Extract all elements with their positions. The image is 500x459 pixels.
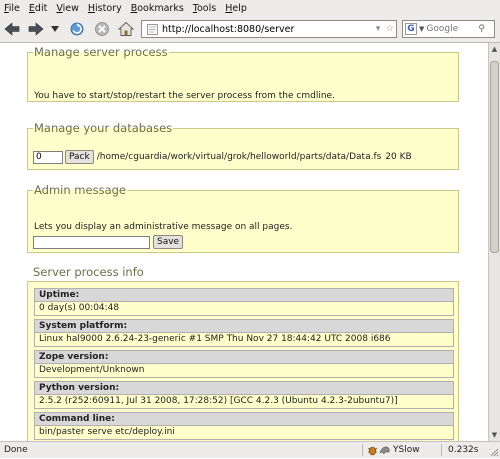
navigation-toolbar: http://localhost:8080/server ▾ ☆ G ▼ ⚲ [0,16,500,43]
info-item-command-line: Command line: bin/paster serve etc/deplo… [34,412,454,440]
server-info-list: Uptime: 0 day(s) 00:04:48 System platfor… [34,288,454,441]
section-text: Lets you display an administrative messa… [34,222,293,232]
history-dropdown-button[interactable] [50,20,60,38]
scroll-up-icon[interactable]: ▲ [489,43,500,55]
back-arrow-icon [4,22,20,36]
admin-message-row: Save [33,235,184,249]
resize-grip-icon[interactable] [490,448,499,457]
status-divider [362,444,363,456]
yslow-icon [379,446,390,455]
section-text: You have to start/stop/restart the serve… [34,91,335,101]
vertical-scrollbar[interactable]: ▲ ▼ [488,43,500,441]
manage-databases-section: Manage your databases Pack /home/cguardi… [27,121,459,170]
stop-button[interactable] [93,20,111,38]
bookmark-star-icon[interactable]: ☆ [384,24,396,34]
menu-bar: File Edit View History Bookmarks Tools H… [0,0,500,16]
menu-edit[interactable]: Edit [29,3,47,14]
info-value: 0 day(s) 00:04:48 [39,303,120,313]
info-item-uptime: Uptime: 0 day(s) 00:04:48 [34,288,454,316]
menu-file[interactable]: File [4,3,20,14]
section-title: Admin message [34,183,126,197]
page-favicon-icon [146,23,158,35]
info-item-zope-version: Zope version: Development/Unknown [34,350,454,378]
save-button[interactable]: Save [153,235,184,249]
database-row: Pack /home/cguardia/work/virtual/grok/he… [33,150,412,164]
info-label: Python version: [35,382,453,395]
pack-days-input[interactable] [33,150,63,164]
info-label: Uptime: [35,289,453,302]
forward-button[interactable] [27,20,45,38]
info-label: System platform: [35,320,453,333]
url-history-dropdown-icon[interactable]: ▾ [372,24,384,34]
menu-bookmarks[interactable]: Bookmarks [131,3,184,14]
info-value: Development/Unknown [39,365,145,375]
menu-tools[interactable]: Tools [193,3,216,14]
manage-server-process-section: Manage server process You have to start/… [27,45,459,102]
load-time: 0.232s [448,445,479,455]
pack-button[interactable]: Pack [65,150,94,164]
server-info-section: Uptime: 0 day(s) 00:04:48 System platfor… [27,281,459,441]
info-value: Linux hal9000 2.6.24-23-generic #1 SMP T… [39,334,391,344]
google-engine-icon[interactable]: G [405,23,417,35]
info-item-system-platform: System platform: Linux hal9000 2.6.24-23… [34,319,454,347]
search-input[interactable] [426,24,477,34]
info-label: Command line: [35,413,453,426]
search-bar[interactable]: G ▼ ⚲ [402,20,495,38]
section-title: Manage your databases [34,121,173,135]
search-icon[interactable]: ⚲ [478,24,485,34]
database-path: /home/cguardia/work/virtual/grok/hellowo… [96,152,382,162]
scroll-down-icon[interactable]: ▼ [489,429,500,441]
page-content: Manage server process You have to start/… [0,43,488,441]
info-value: 2.5.2 (r252:60911, Jul 31 2008, 17:28:52… [39,396,398,406]
forward-arrow-icon [28,22,44,36]
reload-button[interactable] [68,20,86,38]
yslow-label: YSlow [393,444,420,455]
info-label: Zope version: [35,351,453,364]
url-text: http://localhost:8080/server [162,23,295,35]
server-info-title: Server process info [33,265,144,279]
status-text: Done [4,445,28,455]
menu-help[interactable]: Help [225,3,247,14]
menu-view[interactable]: View [56,3,79,14]
admin-message-section: Admin message Lets you display an admini… [27,183,459,253]
reload-icon [70,22,84,36]
info-item-python-version: Python version: 2.5.2 (r252:60911, Jul 3… [34,381,454,409]
back-button[interactable] [3,20,21,38]
home-button[interactable] [117,20,135,38]
yslow-widget[interactable]: YSlow [379,444,420,455]
url-bar[interactable]: http://localhost:8080/server ▾ ☆ [141,20,397,38]
firebug-bug-icon[interactable] [367,444,378,459]
stop-icon [95,22,109,36]
chevron-down-icon [51,26,59,32]
menu-history[interactable]: History [88,3,122,14]
scrollbar-thumb[interactable] [490,61,499,253]
status-divider [441,444,442,456]
engine-dropdown-icon[interactable]: ▼ [419,25,424,33]
admin-message-input[interactable] [33,235,150,249]
database-size: 20 KB [385,152,412,162]
home-icon [118,21,134,36]
info-value: bin/paster serve etc/deploy.ini [39,427,175,437]
section-title: Manage server process [34,45,168,59]
status-bar: Done YSlow 0.232s [0,441,500,458]
